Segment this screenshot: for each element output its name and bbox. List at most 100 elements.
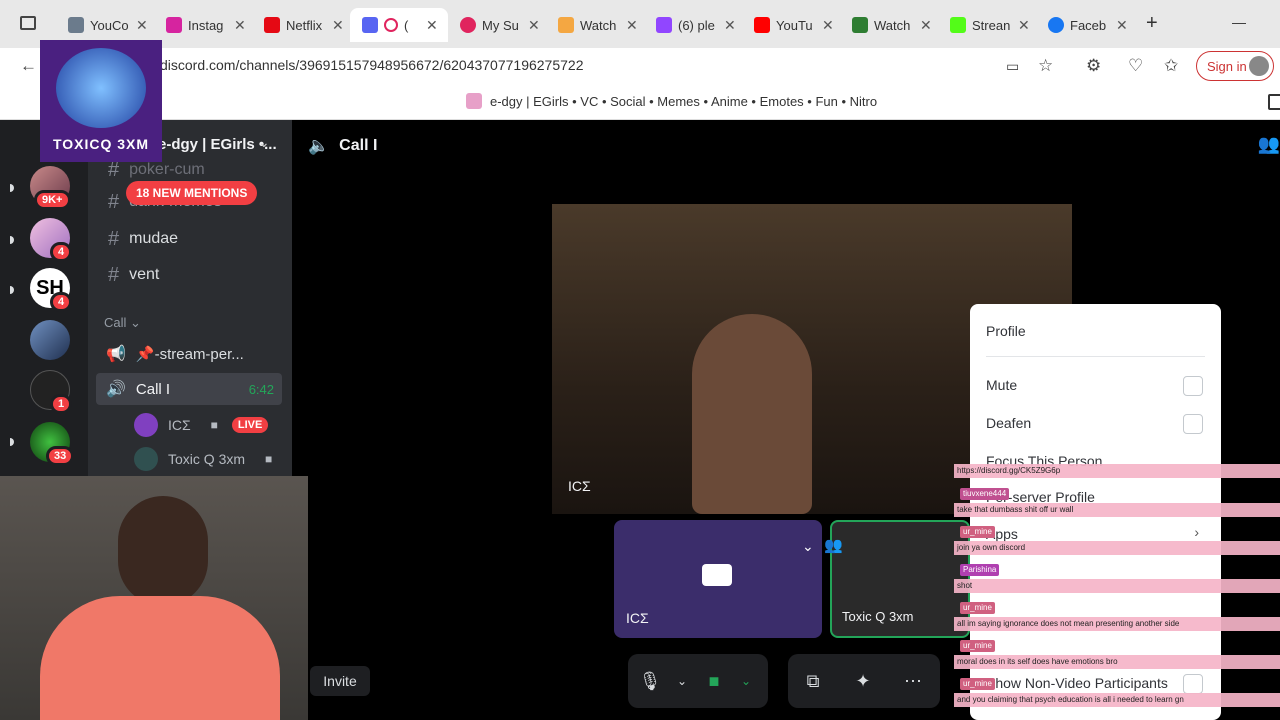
favorite-star-icon[interactable]: ☆: [1038, 56, 1053, 76]
voice-channel-name: Call I: [135, 380, 171, 398]
tab-7[interactable]: YouTu ✕: [742, 8, 840, 42]
menu-item-mute[interactable]: Mute: [986, 377, 1017, 393]
address-bar: ← discord.com/channels/39691515794895667…: [0, 48, 1280, 84]
server-icon[interactable]: [30, 320, 70, 360]
chat-message-text: all im saying ignorance does not mean pr…: [957, 619, 1180, 628]
tab-6[interactable]: (6) ple ✕: [644, 8, 742, 42]
performance-icon[interactable]: ♡: [1128, 56, 1143, 76]
close-icon[interactable]: ✕: [822, 17, 834, 34]
favorites-folder-icon[interactable]: [1268, 94, 1280, 110]
close-icon[interactable]: ✕: [234, 17, 246, 34]
microphone-icon[interactable]: 🎙: [628, 671, 672, 692]
tab-9[interactable]: Strean ✕: [938, 8, 1036, 42]
invite-button[interactable]: Invite: [310, 666, 370, 696]
unread-indicator: [10, 184, 14, 192]
channel-item[interactable]: # vent: [108, 259, 159, 291]
server-list: 9K+ 4 SH 4 1 33: [0, 120, 88, 476]
favorite-item[interactable]: e-dgy | EGirls • VC • Social • Memes • A…: [466, 93, 877, 109]
tab-favicon-icon: [460, 17, 476, 33]
voice-controls: 🎙 ⌄ ■ ⌄: [628, 654, 768, 708]
tab-favicon-icon: [1048, 17, 1064, 33]
tab-favicon-icon: [754, 17, 770, 33]
invite-label: Invite: [323, 673, 357, 689]
call-header: 🔈 Call I: [308, 136, 377, 156]
extensions-icon[interactable]: ⚙: [1086, 56, 1101, 76]
voice-user[interactable]: Toxic Q 3xm ■: [134, 446, 272, 472]
voice-channel-name: 📌-stream-per...: [135, 346, 244, 363]
back-icon[interactable]: ←: [20, 56, 37, 76]
voice-channel-item[interactable]: 📢 📌-stream-per...: [96, 338, 282, 370]
sign-in-button[interactable]: Sign in: [1196, 51, 1274, 81]
close-icon[interactable]: ✕: [332, 17, 344, 34]
close-icon[interactable]: ✕: [1116, 17, 1128, 34]
tab-10[interactable]: Faceb ✕: [1036, 8, 1134, 42]
members-icon[interactable]: 👥: [1258, 134, 1280, 155]
participant-tile[interactable]: ICΣ: [614, 520, 822, 638]
voice-channel-item-selected[interactable]: 🔊 Call I 6:42: [96, 373, 282, 405]
profile-avatar-icon: [1249, 56, 1269, 76]
tab-2[interactable]: Netflix ✕: [252, 8, 350, 42]
chat-message: all im saying ignorance does not mean pr…: [954, 617, 1280, 631]
screen-share-icon[interactable]: ⧉: [788, 671, 838, 692]
deafen-checkbox[interactable]: [1183, 414, 1203, 434]
close-icon[interactable]: ✕: [1018, 17, 1030, 34]
tab-5[interactable]: Watch ✕: [546, 8, 644, 42]
server-badge: 33: [46, 446, 75, 466]
activities-icon[interactable]: ✦: [838, 671, 888, 692]
camera-icon: ■: [210, 418, 218, 432]
chevron-down-icon[interactable]: ⌄: [736, 674, 756, 688]
chat-message: https://discord.gg/CK5Z9G6p: [954, 464, 1280, 478]
voice-user[interactable]: ICΣ ■ LIVE: [134, 412, 269, 438]
favorites-icon[interactable]: ✩: [1164, 56, 1178, 76]
favorite-label: e-dgy | EGirls • VC • Social • Memes • A…: [490, 93, 878, 109]
new-mentions-pill[interactable]: 18 NEW MENTIONS: [126, 181, 258, 205]
close-icon[interactable]: ✕: [426, 17, 438, 34]
camera-blocked-icon[interactable]: ▭: [1006, 58, 1019, 75]
tab-title: (: [404, 17, 409, 33]
channel-item[interactable]: # mudae: [108, 223, 178, 255]
live-badge: LIVE: [231, 417, 269, 433]
unread-indicator: [10, 236, 14, 244]
video-camera-icon[interactable]: ■: [692, 671, 736, 692]
tab-title: (6) ple: [678, 17, 715, 33]
tab-1[interactable]: Instag ✕: [154, 8, 252, 42]
tab-4[interactable]: My Su ✕: [448, 8, 546, 42]
close-icon[interactable]: ✕: [136, 17, 148, 34]
chat-message-text: join ya own discord: [957, 543, 1026, 552]
chat-message: shot: [954, 579, 1280, 593]
participants-icon[interactable]: 👥: [824, 536, 843, 554]
chat-message-text: shot: [957, 581, 973, 590]
tab-title: Instag: [188, 17, 224, 33]
tab-8[interactable]: Watch ✕: [840, 8, 938, 42]
tab-actions-icon[interactable]: [20, 16, 36, 30]
tab-title: Netflix: [286, 17, 323, 33]
browser-tab-bar: YouCo ✕ Instag ✕ Netflix ✕ ( ✕ My Su ✕ W…: [0, 0, 1280, 48]
url-field[interactable]: discord.com/channels/396915157948956672/…: [160, 57, 583, 73]
channel-name: vent: [129, 266, 160, 283]
close-icon[interactable]: ✕: [920, 17, 932, 34]
chevron-down-icon[interactable]: ⌄: [672, 674, 692, 688]
close-icon[interactable]: ✕: [626, 17, 638, 34]
tab-0[interactable]: YouCo ✕: [56, 8, 154, 42]
menu-item-profile[interactable]: Profile: [986, 323, 1026, 339]
chat-message: take that dumbass shit off ur wall: [954, 503, 1280, 517]
category-header[interactable]: Call ⌄: [104, 315, 141, 331]
participant-tile[interactable]: Toxic Q 3xm: [830, 520, 970, 638]
webcam-person-head: [118, 496, 208, 606]
voice-user-name: ICΣ: [168, 417, 191, 433]
tab-3-active[interactable]: ( ✕: [350, 8, 448, 42]
chat-message-text: moral does in its self does have emotion…: [957, 657, 1118, 666]
close-icon[interactable]: ✕: [528, 17, 540, 34]
collapse-chevron-icon[interactable]: ⌄: [802, 538, 814, 555]
tile-name-tag: ICΣ: [626, 610, 649, 626]
channel-name: mudae: [129, 230, 179, 247]
close-icon[interactable]: ✕: [724, 17, 736, 34]
more-options-icon[interactable]: ⋯: [888, 671, 938, 692]
minimize-button[interactable]: —: [1232, 14, 1246, 30]
hash-icon: #: [108, 227, 120, 250]
mute-checkbox[interactable]: [1183, 376, 1203, 396]
chevron-down-icon[interactable]: ⌄: [258, 134, 270, 151]
menu-item-deafen[interactable]: Deafen: [986, 415, 1031, 431]
logo-text: TOXICQ 3XM: [52, 136, 150, 152]
new-tab-button[interactable]: +: [1146, 12, 1158, 35]
